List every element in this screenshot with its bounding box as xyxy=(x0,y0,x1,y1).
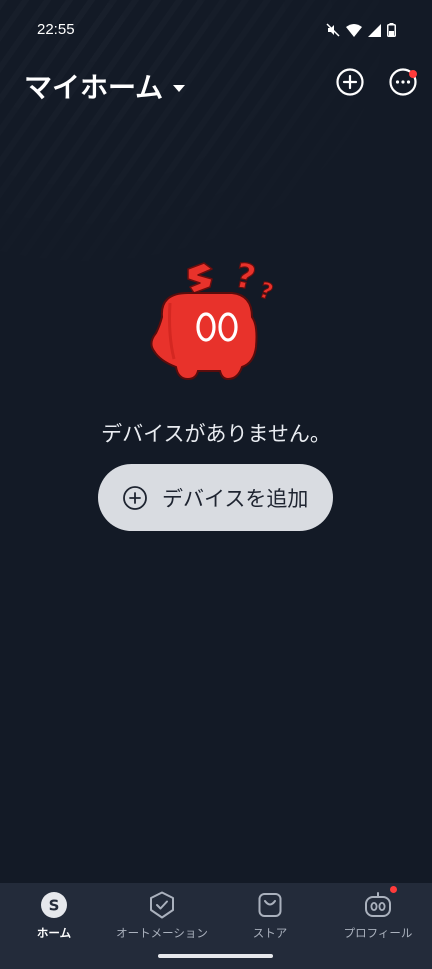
mascot-illustration: ? ? xyxy=(150,255,276,381)
mute-icon xyxy=(326,23,340,37)
svg-text:?: ? xyxy=(232,255,260,298)
plus-circle-icon xyxy=(123,485,147,510)
add-device-button[interactable]: デバイスを追加 xyxy=(98,464,333,531)
profile-robot-icon xyxy=(363,886,397,920)
page-title: マイホーム xyxy=(24,71,164,104)
battery-icon xyxy=(387,23,396,37)
profile-badge-dot xyxy=(390,886,397,893)
svg-text:?: ? xyxy=(256,278,276,306)
nav-item-profile[interactable]: プロフィール xyxy=(324,886,432,949)
signal-icon xyxy=(368,23,381,37)
home-indicator[interactable] xyxy=(158,954,273,958)
nav-label-profile: プロフィール xyxy=(343,926,413,940)
svg-text:S: S xyxy=(49,897,60,915)
home-selector[interactable]: マイホーム xyxy=(24,66,186,106)
nav-label-automation: オートメーション xyxy=(116,926,208,940)
status-icons xyxy=(326,23,396,37)
nav-item-automation[interactable]: オートメーション xyxy=(108,889,216,949)
automation-shield-icon xyxy=(147,890,177,920)
empty-message: デバイスがありません。 xyxy=(101,422,331,446)
status-bar: 22:55 xyxy=(0,0,432,60)
plus-circle-icon xyxy=(336,68,364,96)
store-bag-icon xyxy=(255,890,285,920)
notification-dot xyxy=(409,70,417,78)
wifi-icon xyxy=(346,23,362,37)
nav-label-home: ホーム xyxy=(36,926,72,940)
app-header: マイホーム xyxy=(0,62,432,108)
nav-label-store: ストア xyxy=(252,926,288,940)
home-s-icon: S xyxy=(39,890,69,920)
add-button[interactable] xyxy=(334,66,366,98)
caret-down-icon xyxy=(173,84,186,92)
nav-item-store[interactable]: ストア xyxy=(216,889,324,949)
status-time: 22:55 xyxy=(37,21,75,38)
add-device-label: デバイスを追加 xyxy=(162,486,309,511)
nav-item-home[interactable]: S ホーム xyxy=(0,889,108,949)
more-button[interactable] xyxy=(387,66,419,98)
